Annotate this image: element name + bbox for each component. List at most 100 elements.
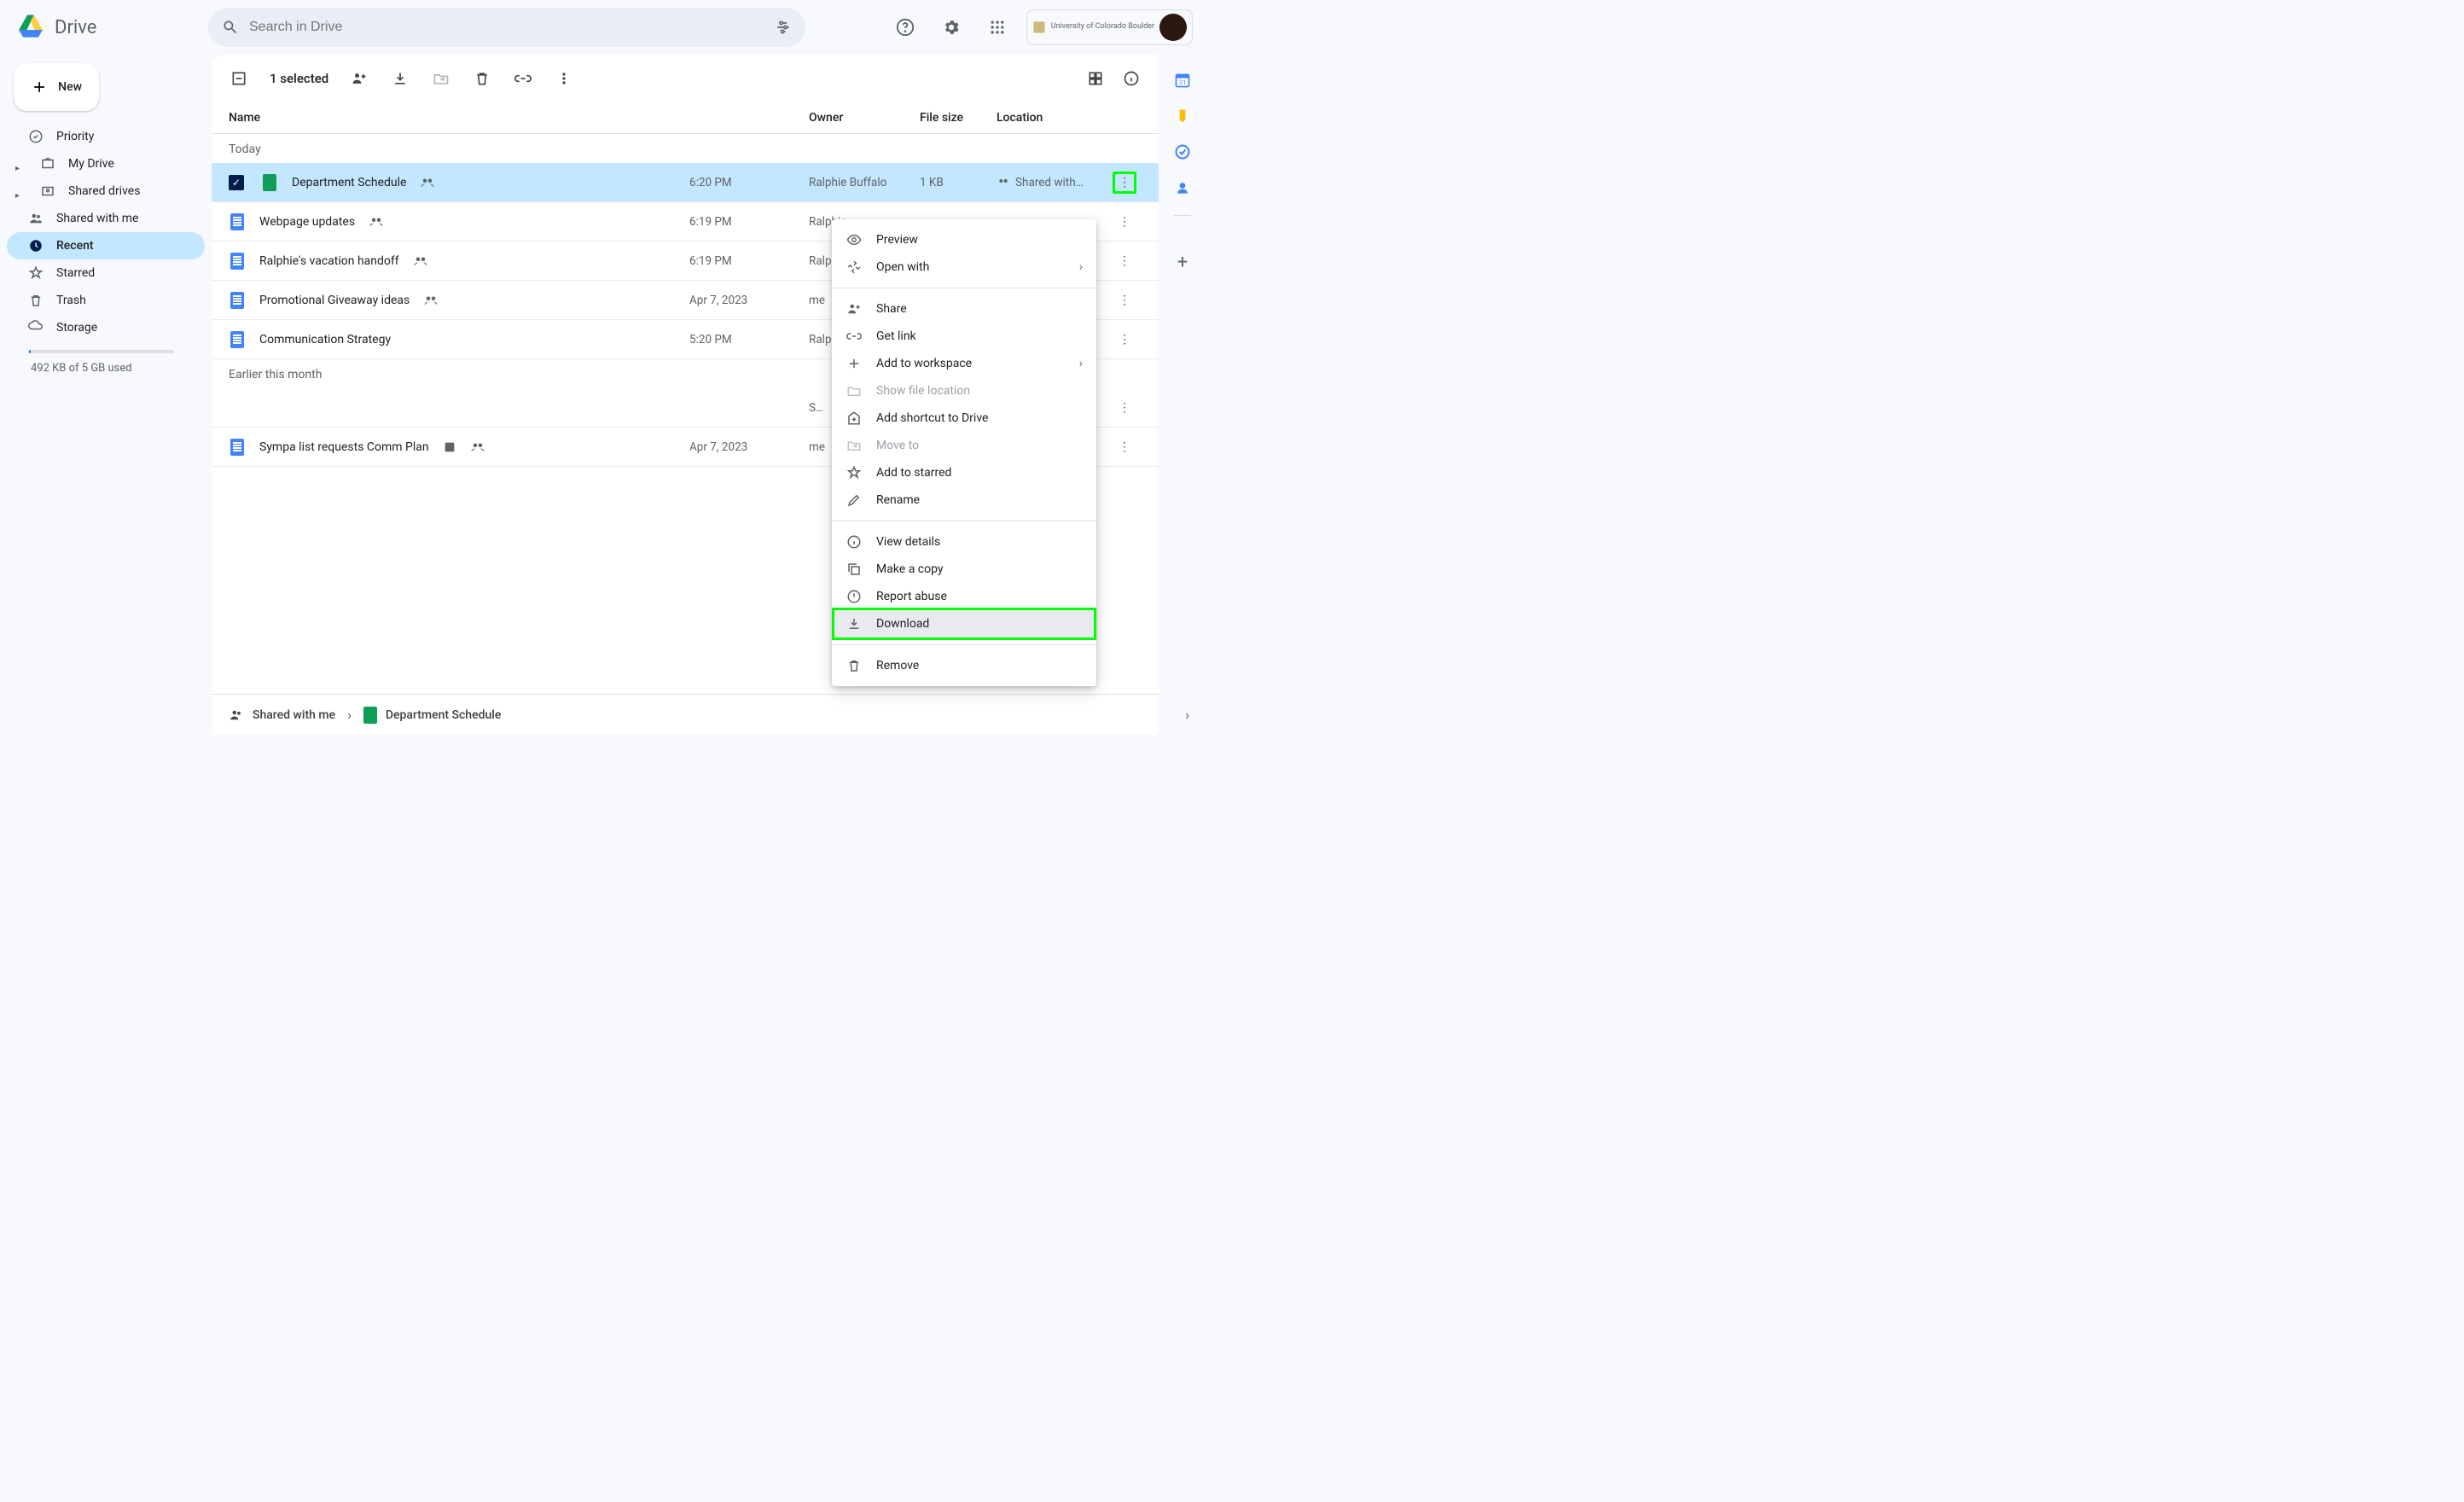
col-size[interactable]: File size [920, 111, 997, 125]
sidebar-item-priority[interactable]: Priority [7, 123, 205, 150]
move-icon[interactable] [431, 68, 451, 89]
checkbox-checked-icon[interactable]: ✓ [229, 175, 244, 190]
help-icon[interactable] [888, 10, 922, 44]
more-icon[interactable]: ⋮ [1119, 215, 1130, 229]
contacts-icon[interactable] [1174, 179, 1191, 196]
sidebar-item-storage[interactable]: Storage [7, 314, 205, 341]
doc-icon [229, 213, 246, 230]
menu-label: Download [876, 617, 929, 631]
sidebar-label: Recent [56, 239, 94, 253]
breadcrumb-shared[interactable]: Shared with me [229, 707, 335, 723]
shared-with-me-icon [27, 210, 44, 227]
collapse-panel-icon[interactable]: › [1185, 707, 1189, 723]
sidebar-label: Starred [56, 266, 95, 280]
folder-icon [846, 382, 863, 399]
sidebar: New Priority My Drive Shared drives Shar… [0, 55, 212, 735]
keep-icon[interactable] [1174, 108, 1191, 125]
delete-icon[interactable] [472, 68, 492, 89]
more-icon[interactable]: ⋮ [1119, 176, 1130, 189]
more-icon[interactable]: ⋮ [1119, 440, 1130, 454]
drive-logo-icon[interactable] [14, 10, 48, 44]
menu-make-copy[interactable]: Make a copy [832, 556, 1096, 583]
sidebar-item-trash[interactable]: Trash [7, 287, 205, 314]
doc-icon [229, 253, 246, 270]
sidebar-label: Shared with me [56, 212, 138, 225]
doc-icon [229, 331, 246, 348]
calendar-icon[interactable]: 31 [1174, 72, 1191, 89]
menu-label: Remove [876, 659, 919, 672]
org-chip[interactable]: University of Colorado Boulder [1026, 9, 1193, 45]
breadcrumb-label: Shared with me [253, 708, 335, 722]
col-name[interactable]: Name [229, 111, 689, 125]
menu-label: Report abuse [876, 590, 947, 603]
storage-bar [29, 350, 174, 353]
new-button[interactable]: New [14, 63, 99, 111]
shortcut-icon [846, 410, 863, 427]
shared-icon [470, 440, 485, 455]
menu-share[interactable]: Share [832, 295, 1096, 323]
menu-label: Add to starred [876, 466, 951, 480]
file-time: 5:20 PM [689, 333, 809, 346]
file-location: Shared with… [997, 176, 1107, 189]
file-size: 1 KB [920, 176, 997, 189]
file-row[interactable]: ✓Department Schedule 6:20 PM Ralphie Buf… [212, 163, 1159, 202]
menu-rename[interactable]: Rename [832, 486, 1096, 514]
org-label: University of Colorado Boulder [1051, 23, 1154, 32]
sidebar-item-recent[interactable]: Recent [7, 232, 205, 259]
menu-label: Add shortcut to Drive [876, 411, 988, 425]
header-right: University of Colorado Boulder [888, 9, 1193, 45]
col-owner[interactable]: Owner [809, 111, 920, 125]
menu-get-link[interactable]: Get link [832, 323, 1096, 350]
grid-view-icon[interactable] [1085, 68, 1106, 89]
sidebar-item-shared-drives[interactable]: Shared drives [7, 178, 205, 205]
sidebar-label: Trash [56, 294, 86, 307]
more-icon[interactable]: ⋮ [1119, 333, 1130, 346]
sidebar-item-starred[interactable]: Starred [7, 259, 205, 287]
more-icon[interactable]: ⋮ [1119, 254, 1130, 268]
more-icon[interactable]: ⋮ [1119, 401, 1130, 415]
side-panel: 31 + [1159, 55, 1206, 735]
menu-add-workspace[interactable]: Add to workspace › [832, 350, 1096, 377]
copy-icon [846, 561, 863, 578]
add-panel-icon[interactable]: + [1177, 252, 1188, 273]
file-name: Communication Strategy [259, 333, 391, 346]
settings-icon[interactable] [934, 10, 968, 44]
file-time: Apr 7, 2023 [689, 440, 809, 454]
menu-label: Add to workspace [876, 357, 972, 370]
apps-grid-icon[interactable] [980, 10, 1014, 44]
menu-remove[interactable]: Remove [832, 652, 1096, 679]
avatar[interactable] [1159, 14, 1187, 41]
col-location[interactable]: Location [997, 111, 1107, 125]
menu-open-with[interactable]: Open with › [832, 253, 1096, 281]
search-bar[interactable] [208, 8, 805, 47]
menu-view-details[interactable]: View details [832, 528, 1096, 556]
menu-label: Show file location [876, 384, 970, 398]
share-icon[interactable] [349, 68, 369, 89]
context-menu: Preview Open with › Share Get link Add t… [832, 219, 1096, 686]
sidebar-item-shared-with-me[interactable]: Shared with me [7, 205, 205, 232]
search-input[interactable] [249, 20, 764, 35]
sidebar-item-my-drive[interactable]: My Drive [7, 150, 205, 178]
search-options-icon[interactable] [775, 19, 792, 36]
logo-section: Drive [14, 10, 201, 44]
menu-add-starred[interactable]: Add to starred [832, 459, 1096, 486]
more-icon[interactable]: ⋮ [1119, 294, 1130, 307]
breadcrumb-file[interactable]: Department Schedule [363, 707, 501, 724]
info-icon[interactable] [1121, 68, 1142, 89]
download-icon[interactable] [390, 68, 410, 89]
deselect-icon[interactable] [229, 68, 249, 89]
menu-report-abuse[interactable]: Report abuse [832, 583, 1096, 610]
menu-add-shortcut[interactable]: Add shortcut to Drive [832, 405, 1096, 432]
file-name: Department Schedule [292, 176, 406, 189]
file-name: Ralphie's vacation handoff [259, 254, 399, 268]
eye-icon [846, 231, 863, 248]
file-owner: Ralphie Buffalo [809, 176, 920, 189]
search-icon [222, 19, 239, 36]
menu-download[interactable]: Download [832, 610, 1096, 637]
more-icon[interactable] [554, 68, 574, 89]
tasks-icon[interactable] [1174, 143, 1191, 160]
link-icon[interactable] [513, 68, 533, 89]
plus-icon [846, 355, 863, 372]
menu-preview[interactable]: Preview [832, 226, 1096, 253]
menu-label: View details [876, 535, 940, 549]
